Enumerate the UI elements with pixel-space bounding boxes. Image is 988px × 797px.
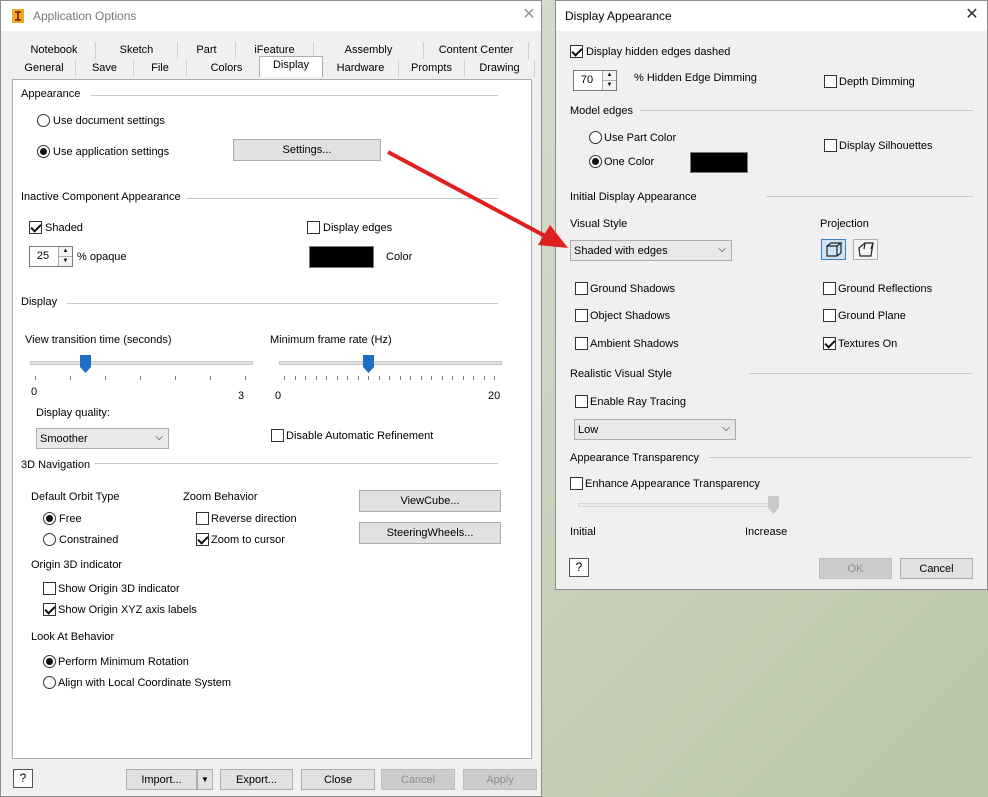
red-arrow-annotation (387, 150, 568, 248)
